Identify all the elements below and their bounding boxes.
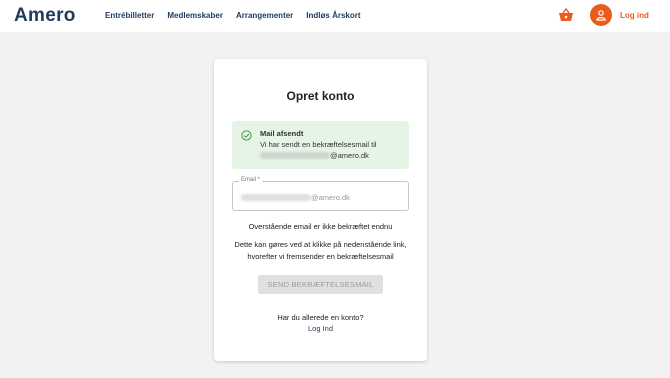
alert-email-domain: @amero.dk [330,151,369,160]
header-login-link[interactable]: Log ind [620,11,649,20]
page-title: Opret konto [286,89,355,103]
nav-arrangementer[interactable]: Arrangementer [236,11,293,20]
email-field-domain: @amero.dk [311,193,350,202]
main-nav: Entrébilletter Medlemskaber Arrangemente… [105,11,361,20]
email-field[interactable]: Email * @amero.dk [232,177,409,211]
instructions-line-1: Dette kan gøres ved at klikke på nedenst… [234,240,407,249]
basket-icon[interactable] [558,7,574,22]
user-icon[interactable] [590,4,612,26]
nav-entrebilletter[interactable]: Entrébilletter [105,11,154,20]
top-header: Amero Entrébilletter Medlemskaber Arrang… [0,0,670,32]
alert-title: Mail afsendt [260,129,304,138]
redacted-email [260,152,330,159]
check-circle-icon [241,128,252,141]
login-link[interactable]: Log Ind [214,324,427,333]
alert-message: Vi har sendt en bekræftelsesmail til [260,140,377,149]
have-account-text: Har du allerede en konto? [277,313,364,322]
amero-logo[interactable]: Amero [14,5,76,27]
instructions-text: Dette kan gøres ved at klikke på nedenst… [214,239,427,262]
nav-indlos-arskort[interactable]: Indløs Årskort [306,11,360,20]
not-confirmed-text: Overstående email er ikke bekræftet endn… [248,222,393,231]
instructions-line-2: hvorefter vi fremsender en bekræftelsesm… [247,251,394,261]
alert-email: @amero.dk [260,151,369,160]
send-confirmation-button[interactable]: SEND BEKRÆFTELSESMAIL [258,275,383,294]
email-field-value: @amero.dk [241,193,350,202]
redacted-email [241,194,311,201]
nav-medlemskaber[interactable]: Medlemskaber [167,11,223,20]
email-field-label: Email * [239,177,263,183]
signup-card: Opret konto Mail afsendt Vi har sendt en… [214,59,427,361]
success-alert: Mail afsendt Vi har sendt en bekræftelse… [232,121,409,169]
